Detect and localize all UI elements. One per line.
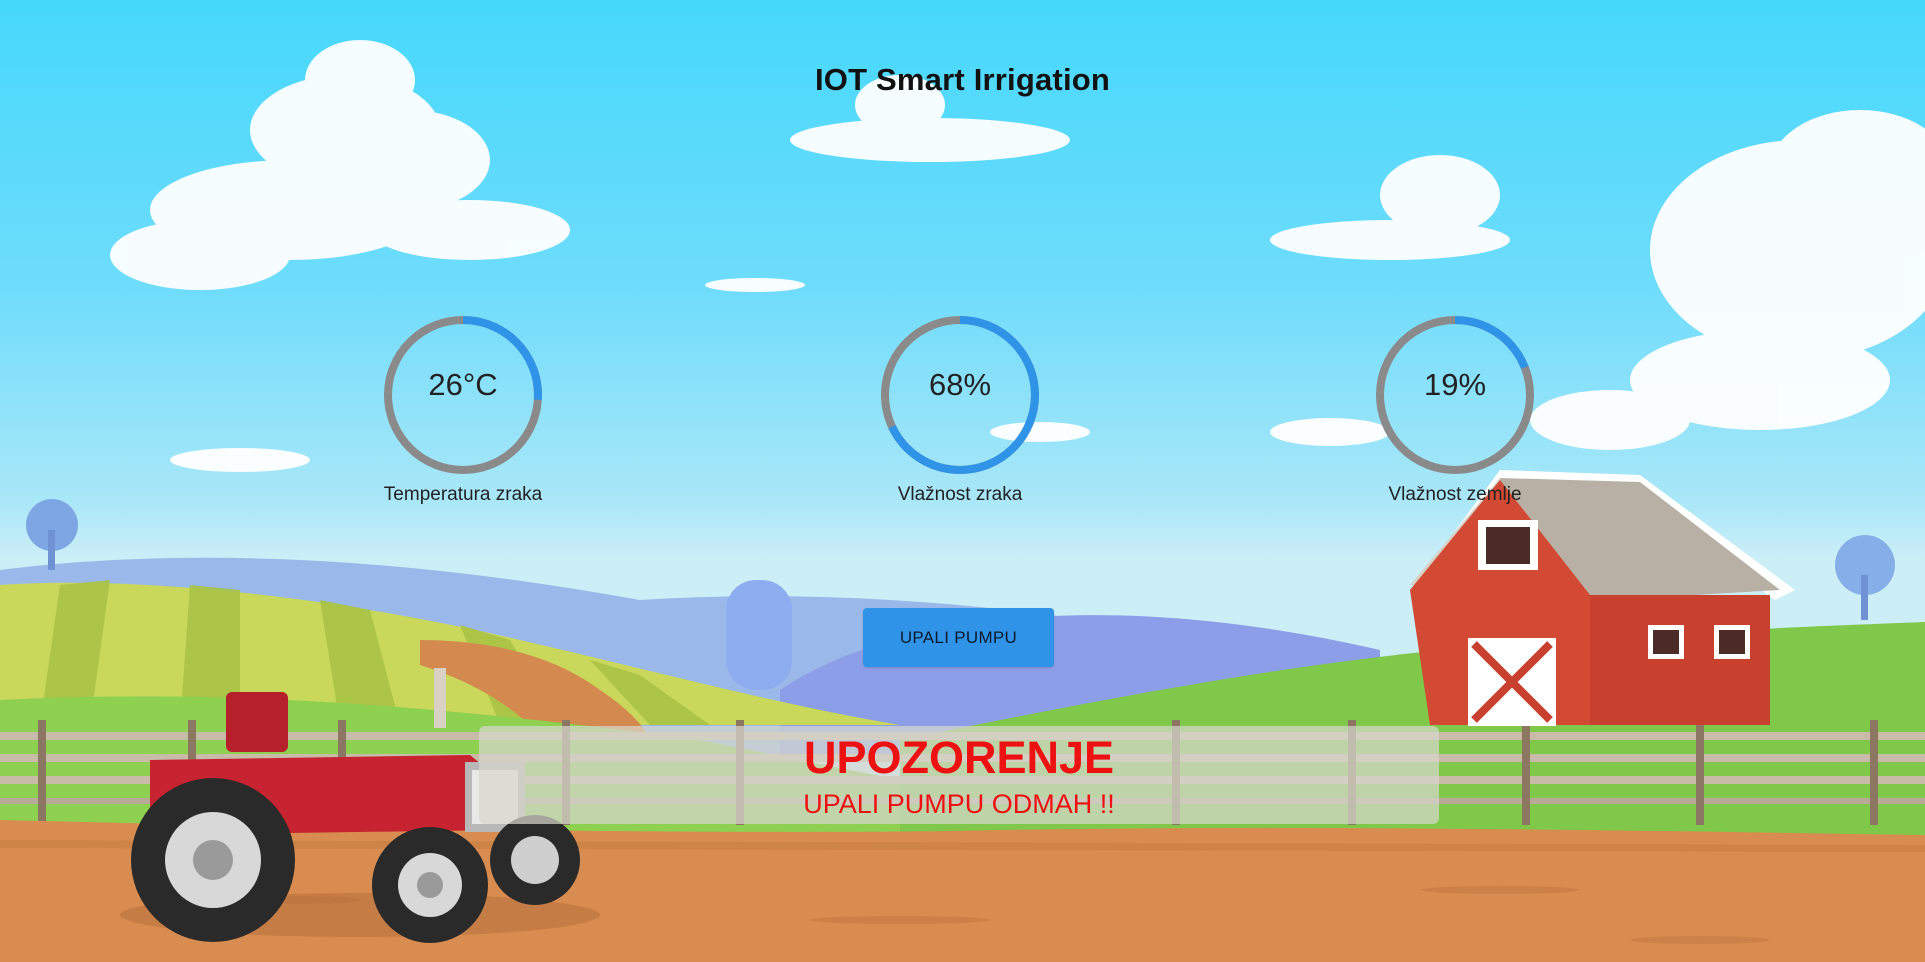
warning-banner: UPOZORENJE UPALI PUMPU ODMAH !! (479, 726, 1439, 824)
soil-humidity-label: Vlažnost zemlje (1388, 484, 1522, 505)
gauge-temperature: 26°C Temperatura zraka (378, 310, 548, 520)
gauge-air-humidity: 68% Vlažnost zraka (875, 310, 1045, 520)
pump-on-button[interactable]: UPALI PUMPU (863, 608, 1054, 667)
temperature-value: 26°C (428, 367, 498, 402)
air-humidity-label: Vlažnost zraka (897, 484, 1023, 505)
page-title: IOT Smart Irrigation (814, 62, 1111, 97)
gauge-soil-humidity: 19% Vlažnost zemlje (1370, 310, 1540, 520)
warning-title: UPOZORENJE (803, 732, 1115, 783)
air-humidity-value: 68% (928, 367, 992, 402)
dashboard-stage: IOT Smart Irrigation 26°C Temperatura zr… (0, 0, 1925, 962)
temperature-label: Temperatura zraka (383, 484, 543, 505)
warning-message: UPALI PUMPU ODMAH !! (803, 789, 1115, 819)
soil-humidity-value: 19% (1423, 367, 1487, 402)
